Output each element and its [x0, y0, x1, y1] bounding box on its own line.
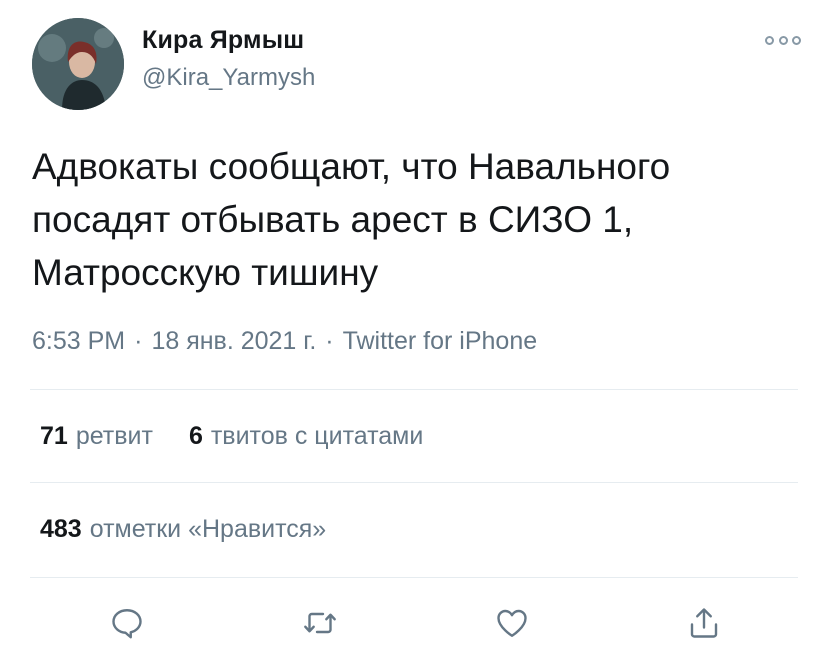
more-options-button[interactable]: [765, 30, 801, 50]
quotes-count: 6: [188, 422, 203, 450]
avatar-image: [32, 18, 124, 110]
tweet-text: Адвокаты сообщают, что Навального посадя…: [32, 146, 671, 293]
retweets-stat[interactable]: 71 ретвит: [40, 422, 153, 451]
meta-separator: ·: [325, 327, 334, 355]
likes-stat[interactable]: 483 отметки «Нравится»: [40, 515, 326, 544]
share-icon: [690, 608, 718, 638]
likes-stat-row: 483 отметки «Нравится»: [40, 515, 362, 544]
tweet-date[interactable]: 18 янв. 2021 г.: [151, 327, 316, 356]
more-icon-dot: [792, 35, 801, 45]
engagement-stats: 71 ретвит 6 твитов с цитатами: [40, 422, 459, 451]
divider: [30, 577, 798, 578]
share-button[interactable]: [684, 603, 724, 643]
avatar[interactable]: [32, 18, 124, 110]
like-button[interactable]: [492, 603, 532, 643]
divider: [30, 389, 798, 390]
likes-count: 483: [40, 515, 82, 543]
heart-icon: [497, 609, 527, 637]
tweet-card: Кира Ярмыш @Kira_Yarmysh Адвокаты сообща…: [0, 0, 828, 657]
action-bar: [0, 603, 828, 643]
retweets-label: ретвит: [75, 422, 153, 450]
more-icon-dot: [778, 35, 788, 45]
reply-button[interactable]: [107, 603, 147, 643]
tweet-meta: 6:53 PM · 18 янв. 2021 г. · Twitter for …: [32, 327, 537, 356]
user-handle[interactable]: @Kira_Yarmysh: [142, 64, 315, 92]
likes-label: отметки «Нравится»: [89, 515, 327, 543]
reply-icon: [112, 609, 142, 639]
retweet-icon: [304, 612, 336, 634]
more-icon: [765, 35, 774, 45]
meta-separator: ·: [134, 327, 143, 355]
divider: [30, 482, 798, 483]
retweet-button[interactable]: [300, 603, 340, 643]
retweets-count: 71: [40, 422, 68, 450]
quote-tweets-stat[interactable]: 6 твитов с цитатами: [189, 422, 423, 451]
display-name[interactable]: Кира Ярмыш: [142, 26, 304, 55]
quotes-label: твитов с цитатами: [210, 422, 424, 450]
tweet-time: 6:53 PM: [32, 327, 126, 355]
tweet-source[interactable]: Twitter for iPhone: [343, 327, 538, 356]
